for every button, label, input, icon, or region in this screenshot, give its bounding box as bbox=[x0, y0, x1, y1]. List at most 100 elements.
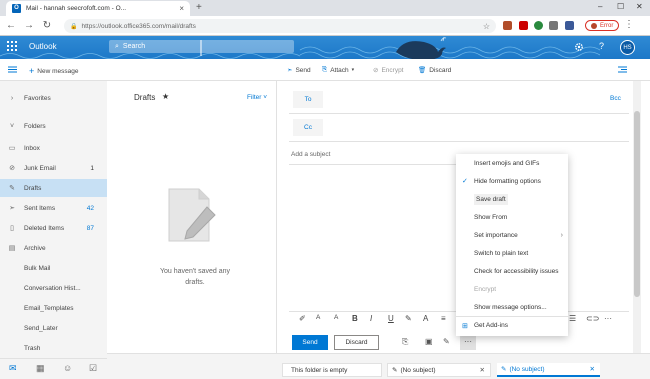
minimize-icon[interactable]: – bbox=[598, 2, 602, 11]
insert-picture-icon[interactable]: ▣ bbox=[425, 337, 433, 346]
attach-file-icon[interactable]: ⎘ bbox=[402, 337, 408, 347]
font-icon[interactable]: A bbox=[316, 314, 320, 321]
filter-button[interactable]: Filter ˅ bbox=[247, 94, 267, 101]
indent-icon[interactable]: ☰ bbox=[569, 314, 576, 323]
avatar[interactable]: HS bbox=[620, 40, 635, 55]
align-icon[interactable]: ≡ bbox=[441, 314, 446, 323]
font-size-icon[interactable]: A bbox=[334, 314, 338, 321]
sidebar-item-label: Email_Templates bbox=[24, 304, 74, 312]
sidebar-item-sent[interactable]: ➣ Sent Items 42 bbox=[0, 199, 107, 217]
close-icon[interactable]: ✕ bbox=[480, 366, 485, 374]
folder-title: Drafts bbox=[134, 93, 156, 102]
close-icon[interactable]: ✕ bbox=[590, 365, 595, 373]
sidebar-item-conversation-history[interactable]: Conversation Hist... bbox=[0, 279, 107, 297]
to-button[interactable]: To bbox=[293, 91, 323, 108]
toolbar-discard-button[interactable]: 🗑 Discard bbox=[418, 66, 451, 75]
highlight-icon[interactable]: ✎ bbox=[405, 314, 412, 323]
folders-header[interactable]: ˅ Folders bbox=[0, 117, 107, 135]
calendar-icon[interactable]: ▦ bbox=[36, 363, 45, 374]
menu-item-set-importance[interactable]: Set importance › bbox=[456, 226, 568, 244]
search-input[interactable]: ⌕ Search bbox=[109, 40, 294, 53]
app-launcher-icon[interactable] bbox=[7, 41, 17, 51]
pop-out-icon[interactable] bbox=[618, 66, 627, 73]
sidebar-item-inbox[interactable]: ▭ Inbox bbox=[0, 139, 107, 157]
empty-folder-tab[interactable]: This folder is empty bbox=[282, 363, 382, 377]
mail-icon[interactable]: ✉ bbox=[9, 363, 17, 374]
menu-item-message-options[interactable]: Show message options... bbox=[456, 298, 568, 316]
close-window-icon[interactable]: ✕ bbox=[636, 2, 643, 11]
forward-icon[interactable]: → bbox=[22, 20, 36, 31]
draft-tab[interactable]: ✎ (No subject) ✕ bbox=[387, 363, 491, 377]
extension-icon[interactable] bbox=[519, 21, 528, 30]
sidebar-item-junk[interactable]: ⊘ Junk Email 1 bbox=[0, 159, 107, 177]
subject-input[interactable]: Add a subject bbox=[291, 151, 330, 158]
new-message-label: New message bbox=[37, 67, 79, 75]
sidebar-item-archive[interactable]: ▤ Archive bbox=[0, 239, 107, 257]
italic-icon[interactable]: I bbox=[370, 314, 372, 323]
discard-label: Discard bbox=[345, 339, 368, 346]
active-draft-tab[interactable]: ✎ (No subject) ✕ bbox=[497, 363, 600, 377]
app-brand[interactable]: Outlook bbox=[29, 42, 57, 51]
bold-icon[interactable]: B bbox=[352, 314, 358, 323]
menu-item-save-draft[interactable]: Save draft bbox=[456, 190, 568, 208]
menu-item-plain-text[interactable]: Switch to plain text bbox=[456, 244, 568, 262]
menu-item-accessibility[interactable]: Check for accessibility issues bbox=[456, 262, 568, 280]
font-color-icon[interactable]: A bbox=[423, 314, 428, 323]
more-options-button[interactable]: ··· bbox=[460, 335, 476, 350]
favorite-star-icon[interactable]: ★ bbox=[162, 92, 169, 101]
toolbar-send-button[interactable]: ➣ Send bbox=[287, 66, 311, 75]
folders-label: Folders bbox=[24, 122, 46, 130]
sidebar-item-send-later[interactable]: Send_Later bbox=[0, 319, 107, 337]
collapse-nav-icon[interactable] bbox=[8, 66, 17, 73]
archive-icon: ▤ bbox=[8, 245, 16, 252]
maximize-icon[interactable]: ☐ bbox=[617, 2, 624, 11]
sidebar-item-trash[interactable]: Trash bbox=[0, 339, 107, 357]
profile-error-button[interactable]: Error bbox=[585, 20, 620, 31]
settings-gear-icon[interactable] bbox=[574, 42, 584, 52]
extension-icon[interactable] bbox=[565, 21, 574, 30]
tasks-icon[interactable]: ☑ bbox=[89, 363, 97, 374]
empty-drafts-illustration-icon bbox=[163, 185, 219, 245]
extension-icon[interactable] bbox=[534, 21, 543, 30]
extension-icon[interactable] bbox=[549, 21, 558, 30]
bcc-link[interactable]: Bcc bbox=[610, 95, 621, 102]
scrollbar-thumb[interactable] bbox=[634, 111, 640, 297]
sidebar-item-deleted[interactable]: ▯ Deleted Items 87 bbox=[0, 219, 107, 237]
menu-item-show-from[interactable]: Show From bbox=[456, 208, 568, 226]
emoji-icon[interactable]: ✎ bbox=[443, 337, 450, 346]
attach-button[interactable]: ⎘ Attach ▾ bbox=[322, 66, 354, 74]
encrypt-button[interactable]: ⊘ Encrypt bbox=[373, 66, 404, 75]
cc-label: Cc bbox=[304, 124, 312, 131]
menu-item-insert-emojis[interactable]: Insert emojis and GIFs bbox=[456, 154, 568, 172]
menu-item-get-add-ins[interactable]: ⊞ Get Add-ins bbox=[456, 316, 568, 334]
sidebar-item-label: Conversation Hist... bbox=[24, 284, 81, 292]
browser-menu-icon[interactable]: ⋮ bbox=[624, 19, 634, 30]
more-formatting-icon[interactable]: ··· bbox=[604, 314, 612, 323]
help-icon[interactable]: ? bbox=[599, 41, 604, 51]
url-field[interactable]: 🔒 https://outlook.office365.com/mail/dra… bbox=[64, 19, 496, 33]
sidebar-item-bulk-mail[interactable]: Bulk Mail bbox=[0, 259, 107, 277]
trash-icon: 🗑 bbox=[418, 67, 427, 74]
discard-button[interactable]: Discard bbox=[334, 335, 379, 350]
back-icon[interactable]: ← bbox=[4, 20, 18, 31]
menu-item-hide-formatting[interactable]: ✓ Hide formatting options bbox=[456, 172, 568, 190]
sidebar-item-email-templates[interactable]: Email_Templates bbox=[0, 299, 107, 317]
format-painter-icon[interactable]: ✐ bbox=[299, 314, 306, 323]
send-button[interactable]: Send bbox=[292, 335, 328, 350]
outlook-favicon: O bbox=[12, 4, 21, 13]
link-icon[interactable]: ⊂⊃ bbox=[586, 314, 599, 323]
new-message-button[interactable]: + New message bbox=[29, 66, 78, 76]
favorites-header[interactable]: › Favorites bbox=[0, 89, 107, 107]
checkmark-icon: ✓ bbox=[462, 178, 468, 185]
close-tab-icon[interactable]: × bbox=[179, 4, 184, 13]
people-icon[interactable]: ☺ bbox=[63, 363, 72, 373]
underline-icon[interactable]: U bbox=[388, 314, 394, 323]
new-tab-icon[interactable]: + bbox=[196, 2, 202, 13]
browser-tab[interactable]: O Mail - hannah seecrofoft.com - O... × bbox=[6, 1, 190, 16]
reload-icon[interactable]: ↻ bbox=[40, 20, 54, 31]
chevron-right-icon: › bbox=[560, 231, 563, 239]
bookmark-star-icon[interactable]: ☆ bbox=[483, 22, 490, 31]
extension-icon[interactable] bbox=[503, 21, 512, 30]
sidebar-item-drafts[interactable]: ✎ Drafts bbox=[0, 179, 107, 197]
cc-button[interactable]: Cc bbox=[293, 119, 323, 136]
